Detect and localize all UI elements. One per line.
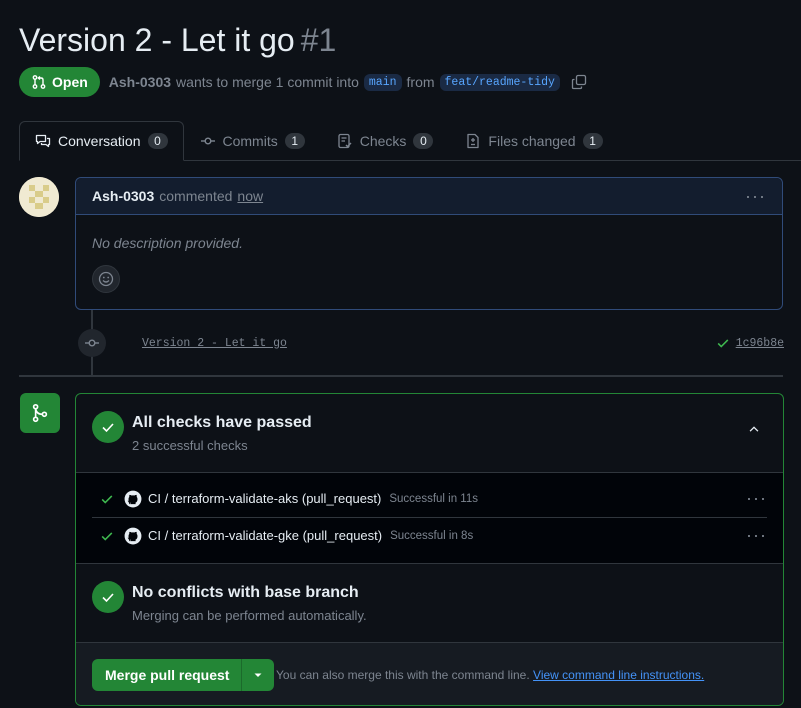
check-icon xyxy=(100,492,116,506)
tab-label: Checks xyxy=(359,132,407,149)
commit-status: 1c96b8e xyxy=(716,336,784,350)
check-result: Successful in 8s xyxy=(390,529,474,542)
tab-count: 0 xyxy=(147,133,168,149)
merge-actions: Merge pull request You can also merge th… xyxy=(76,643,783,705)
merge-hint: You can also merge this with the command… xyxy=(276,668,704,682)
pr-author-link[interactable]: Ash-0303 xyxy=(109,74,171,90)
check-name: CI / terraform-validate-gke (pull_reques… xyxy=(148,528,383,543)
pr-merge-text: wants to merge 1 commit into xyxy=(176,74,359,90)
tab-label: Conversation xyxy=(58,133,141,149)
list-item[interactable]: CI / terraform-validate-aks (pull_reques… xyxy=(92,480,767,518)
commit-message-link[interactable]: Version 2 - Let it go xyxy=(142,337,287,350)
commit-icon xyxy=(78,329,106,357)
comment-time[interactable]: now xyxy=(237,188,263,204)
add-reaction-button[interactable] xyxy=(92,265,120,293)
comment-action: commented xyxy=(159,188,233,204)
check-icon xyxy=(717,339,729,348)
chevron-up-icon[interactable] xyxy=(747,422,761,439)
command-line-instructions-link[interactable]: View command line instructions. xyxy=(533,668,704,682)
conflicts-subtitle: Merging can be performed automatically. xyxy=(132,608,367,623)
file-diff-icon xyxy=(467,133,480,148)
conflicts-summary: No conflicts with base branch Merging ca… xyxy=(76,564,783,643)
checks-summary: All checks have passed 2 successful chec… xyxy=(76,394,783,473)
git-merge-icon xyxy=(20,393,60,433)
check-result: Successful in 11s xyxy=(389,492,478,505)
merge-box: All checks have passed 2 successful chec… xyxy=(75,393,784,706)
comment-header: Ash-0303 commented now ··· xyxy=(76,178,782,215)
triangle-down-icon xyxy=(254,673,262,677)
status-badge-label: Open xyxy=(52,74,88,90)
kebab-horizontal-icon[interactable]: ··· xyxy=(746,488,767,509)
smiley-icon xyxy=(98,271,114,287)
checks-subtitle: 2 successful checks xyxy=(132,438,248,453)
checks-list: CI / terraform-validate-aks (pull_reques… xyxy=(76,473,783,564)
kebab-horizontal-icon[interactable]: ··· xyxy=(746,525,767,546)
pull-request-icon xyxy=(32,75,46,89)
tab-count: 1 xyxy=(284,132,305,149)
github-icon xyxy=(124,527,142,545)
pr-state-row: Open Ash-0303 wants to merge 1 commit in… xyxy=(19,67,587,97)
merge-button-group: Merge pull request xyxy=(92,659,275,691)
check-circle-icon xyxy=(92,581,124,613)
pr-title-text: Version 2 - Let it go xyxy=(19,22,295,58)
status-badge: Open xyxy=(19,67,100,97)
tab-label: Files changed xyxy=(488,132,576,149)
pr-meta: Ash-0303 wants to merge 1 commit into ma… xyxy=(109,73,587,91)
check-circle-icon xyxy=(92,411,124,443)
tab-checks[interactable]: Checks 0 xyxy=(321,121,450,160)
conversation-icon xyxy=(35,134,51,148)
comment-box: Ash-0303 commented now ··· No descriptio… xyxy=(75,177,783,310)
avatar[interactable] xyxy=(19,177,59,217)
github-icon xyxy=(124,490,142,508)
comment-body: No description provided. xyxy=(92,235,243,251)
check-name: CI / terraform-validate-aks (pull_reques… xyxy=(148,491,382,506)
timeline-divider xyxy=(19,375,783,377)
tab-label: Commits xyxy=(222,132,278,149)
tab-files-changed[interactable]: Files changed 1 xyxy=(449,121,618,160)
list-item[interactable]: CI / terraform-validate-gke (pull_reques… xyxy=(92,517,767,554)
tab-count: 1 xyxy=(582,132,603,149)
merge-pull-request-button[interactable]: Merge pull request xyxy=(92,659,243,691)
base-branch[interactable]: main xyxy=(363,73,402,91)
pr-title: Version 2 - Let it go #1 xyxy=(19,22,336,59)
commit-row: Version 2 - Let it go 1c96b8e xyxy=(78,329,784,357)
check-icon xyxy=(100,529,116,543)
head-branch[interactable]: feat/readme-tidy xyxy=(439,73,560,91)
tab-conversation[interactable]: Conversation 0 xyxy=(19,121,184,161)
conflicts-title: No conflicts with base branch xyxy=(132,584,359,601)
commit-icon xyxy=(200,136,215,144)
checks-title: All checks have passed xyxy=(132,414,312,431)
merge-options-dropdown[interactable] xyxy=(242,659,275,691)
tab-count: 0 xyxy=(413,132,434,149)
copy-icon[interactable] xyxy=(571,74,587,90)
pr-number: #1 xyxy=(300,22,337,58)
kebab-horizontal-icon[interactable]: ··· xyxy=(745,186,766,207)
tab-commits[interactable]: Commits 1 xyxy=(184,121,321,160)
comment-author[interactable]: Ash-0303 xyxy=(92,188,154,204)
pr-tabs: Conversation 0 Commits 1 Checks 0 Files … xyxy=(19,121,801,161)
pr-from-text: from xyxy=(406,74,435,90)
merge-hint-text: You can also merge this with the command… xyxy=(276,668,530,682)
commit-sha-link[interactable]: 1c96b8e xyxy=(736,337,784,350)
checklist-icon xyxy=(338,133,352,148)
